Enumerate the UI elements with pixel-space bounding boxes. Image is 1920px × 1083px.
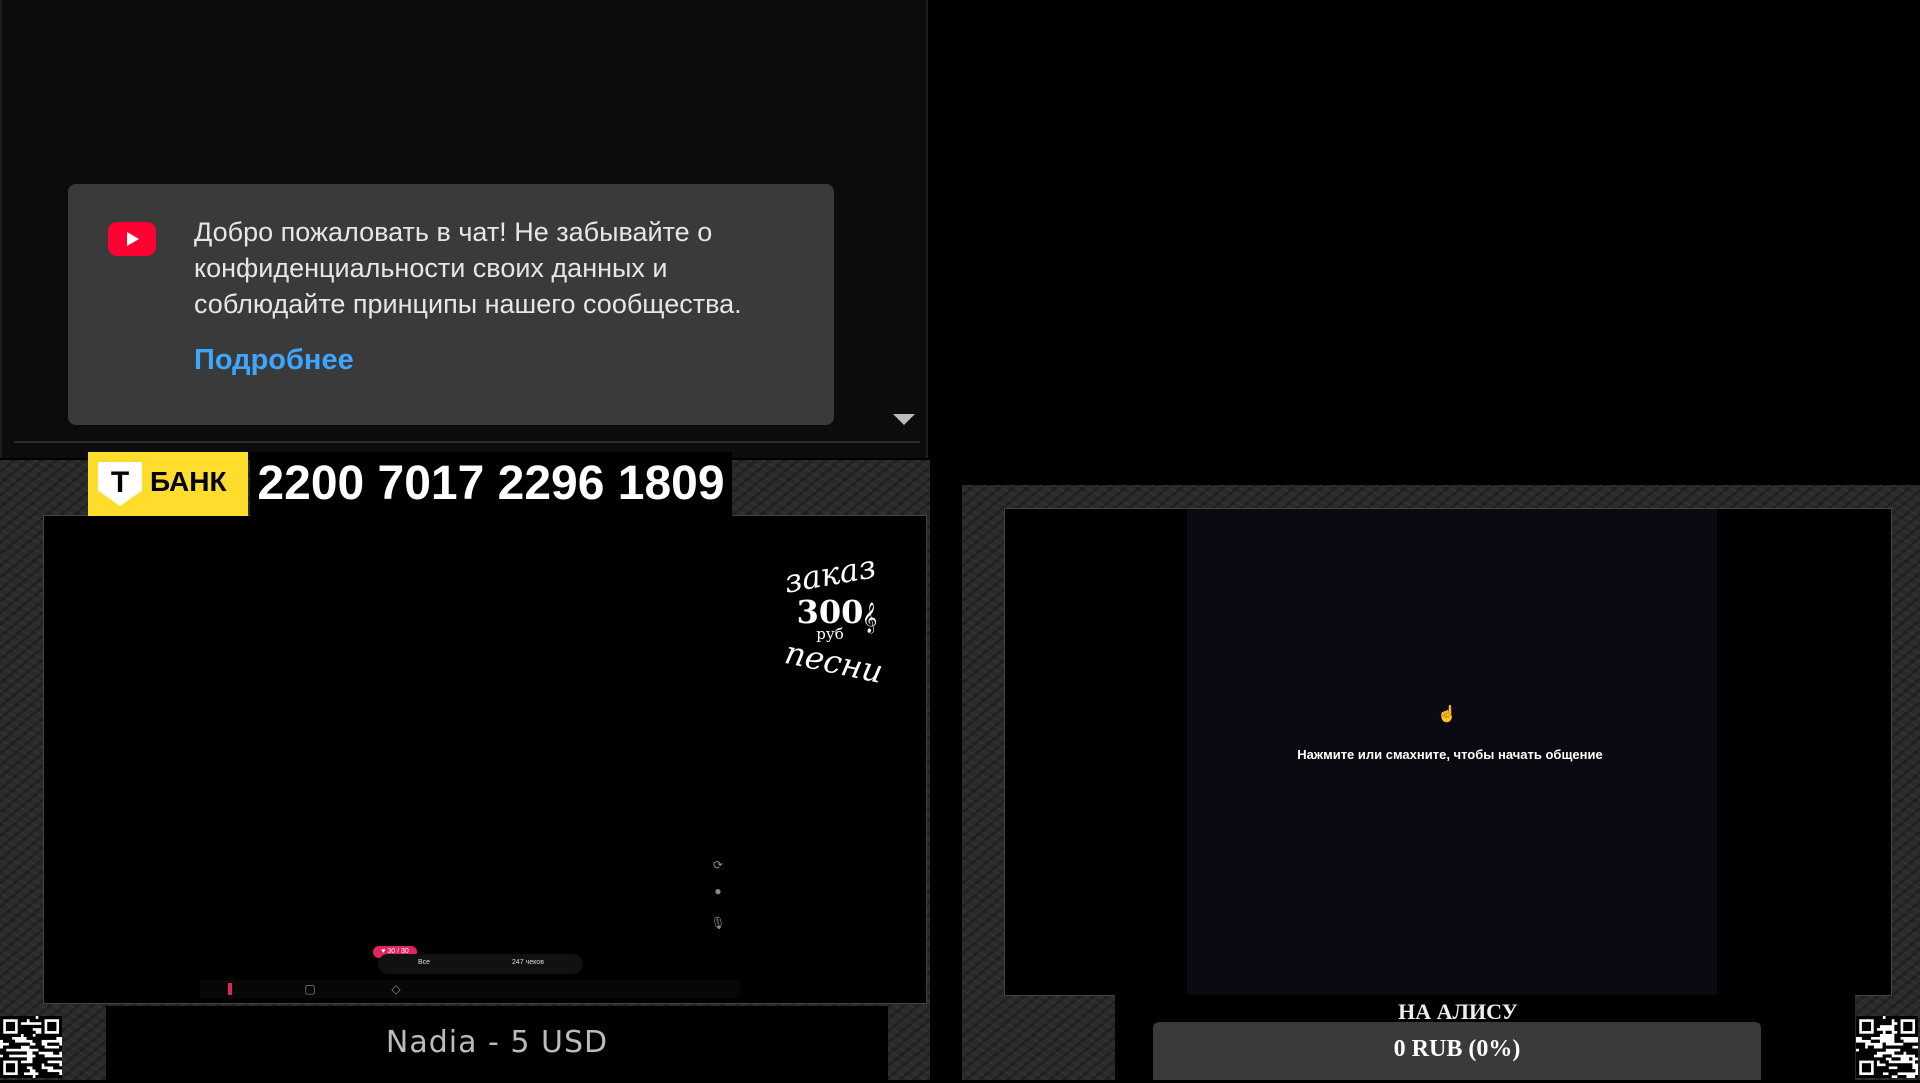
chat-divider: [14, 441, 920, 443]
app-bottom-nav: ▢ ◇: [200, 980, 740, 998]
donation-goal: НА АЛИСУ 0 RUB (0%): [1115, 995, 1855, 1080]
cards-icon[interactable]: ◇: [388, 981, 404, 997]
refresh-icon[interactable]: ⟳: [710, 857, 726, 873]
bank-logo-letter: Т: [110, 466, 130, 499]
order-song-emblem: заказ 300 руб 𝄞 песни: [770, 547, 900, 691]
bank-name: БАНК: [150, 466, 227, 497]
tap-to-start-hint: Нажмите или смахните, чтобы начать общен…: [1297, 747, 1603, 762]
learn-more-link[interactable]: Подробнее: [194, 344, 354, 377]
bank-shield-icon: Т: [98, 462, 142, 506]
goal-value: 0 RUB (0%): [1393, 1036, 1521, 1062]
youtube-icon: [108, 222, 156, 256]
treble-clef-icon: 𝄞: [862, 603, 878, 633]
app-filter-pill[interactable]: Все 247 чеков: [378, 954, 583, 974]
mic-icon[interactable]: 🎙: [710, 915, 726, 931]
hand-icon: ☝: [1437, 706, 1457, 723]
last-donation: Nadia - 5 USD: [106, 1006, 888, 1080]
bank-logo: Т БАНК: [88, 452, 248, 516]
record-icon[interactable]: ●: [710, 883, 726, 899]
chat-icon[interactable]: ▢: [302, 981, 318, 997]
qr-code-left: [0, 1016, 63, 1079]
chat-panel: Добро пожаловать в чат! Не забывайте о к…: [0, 0, 928, 458]
chat-welcome-card: Добро пожаловать в чат! Не забывайте о к…: [68, 184, 834, 425]
checks-count: 247 чеков: [512, 959, 544, 966]
filter-all[interactable]: Все: [418, 959, 430, 966]
qr-code-right: [1856, 1016, 1919, 1079]
chat-welcome-message: Добро пожаловать в чат! Не забывайте о к…: [194, 217, 742, 319]
nav-active-indicator: [228, 983, 232, 995]
goal-progress-bar: 0 RUB (0%): [1153, 1022, 1761, 1080]
scroll-down-icon[interactable]: [893, 414, 915, 425]
card-number: 2200 7017 2296 1809: [250, 452, 732, 516]
